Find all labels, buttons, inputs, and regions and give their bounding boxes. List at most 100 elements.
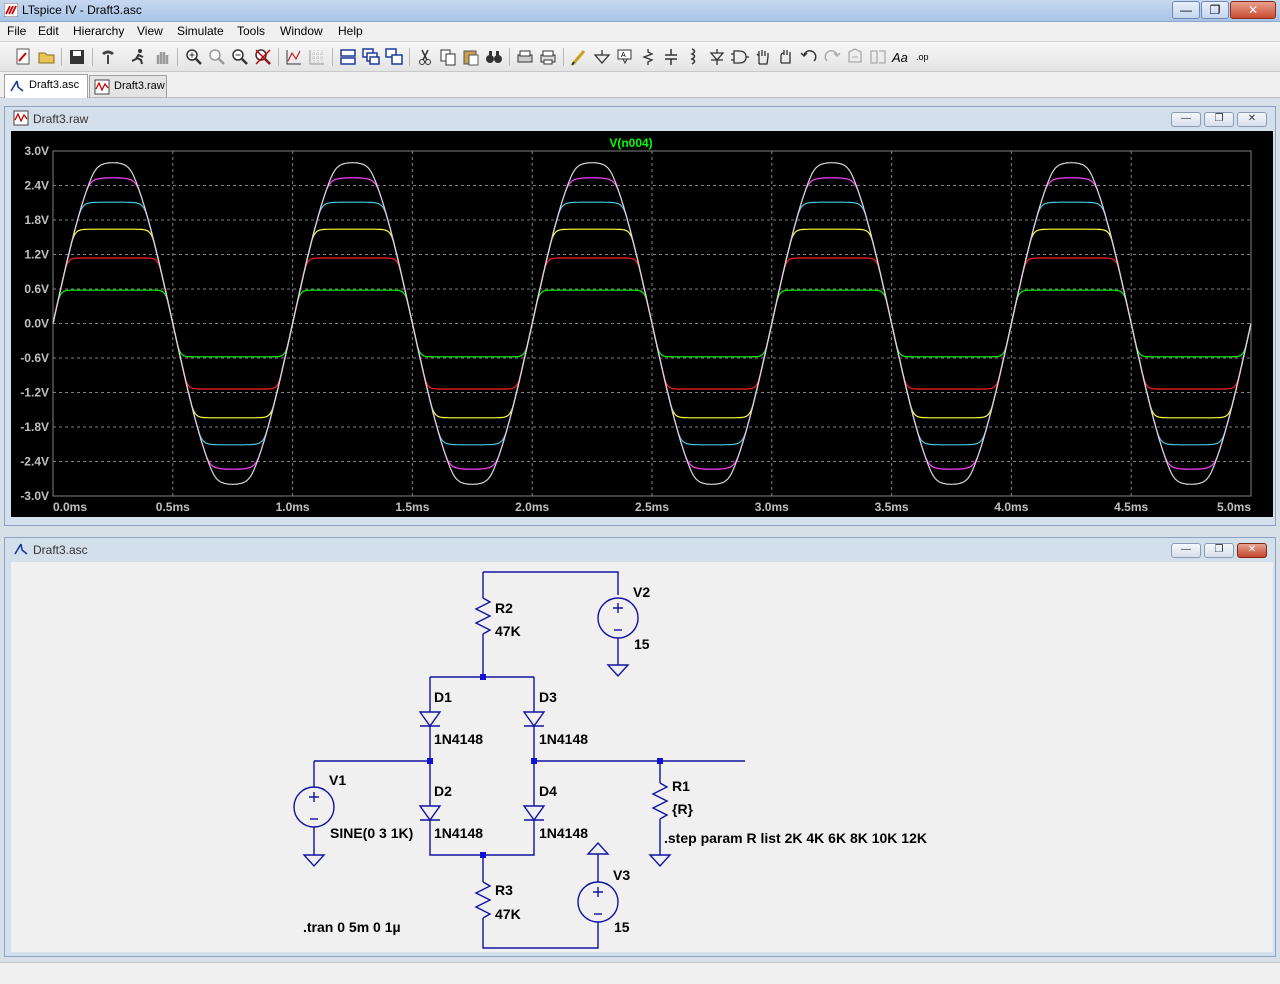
diode-d2[interactable] <box>418 805 442 822</box>
tab-draft3-raw[interactable]: Draft3.raw <box>89 75 167 97</box>
waveform-minimize-button[interactable]: — <box>1171 112 1201 127</box>
drag-icon[interactable] <box>776 47 796 67</box>
text-icon[interactable]: Aa <box>891 47 911 67</box>
capacitor-icon[interactable] <box>661 47 681 67</box>
resistor-r3[interactable] <box>474 881 492 919</box>
copy-icon[interactable] <box>438 47 458 67</box>
window-title: LTspice IV - Draft3.asc <box>22 3 142 17</box>
autorange-icon[interactable] <box>284 47 304 67</box>
trace-label[interactable]: V(n004) <box>609 136 652 150</box>
draw-wire-icon[interactable] <box>569 47 589 67</box>
schematic-minimize-button[interactable]: — <box>1171 543 1201 558</box>
minimize-button[interactable]: — <box>1172 1 1200 19</box>
d3-name[interactable]: D3 <box>539 689 557 705</box>
resistor-r1[interactable] <box>651 782 669 820</box>
v2-name[interactable]: V2 <box>633 584 650 600</box>
cascade-icon[interactable] <box>361 47 381 67</box>
halt-icon[interactable] <box>152 47 172 67</box>
waveform-restore-button[interactable]: ❐ <box>1204 112 1234 127</box>
print-setup-icon[interactable] <box>515 47 535 67</box>
menu-hierarchy[interactable]: Hierarchy <box>73 24 124 38</box>
schematic-canvas[interactable]: R2 47K V2 15 D1 1N4148 D3 1N4148 D2 1N41… <box>11 562 1273 952</box>
diode-icon[interactable] <box>707 47 727 67</box>
r2-name[interactable]: R2 <box>495 600 513 616</box>
tile-horizontal-icon[interactable] <box>338 47 358 67</box>
status-bar <box>0 962 1280 984</box>
undo-icon[interactable] <box>799 47 819 67</box>
d1-name[interactable]: D1 <box>434 689 452 705</box>
d2-value[interactable]: 1N4148 <box>434 825 483 841</box>
zoom-out-icon[interactable] <box>230 47 250 67</box>
tile-vertical-icon[interactable] <box>384 47 404 67</box>
resistor-icon[interactable] <box>638 47 658 67</box>
v3-name[interactable]: V3 <box>613 867 630 883</box>
diode-d1[interactable] <box>418 711 442 728</box>
menu-tools[interactable]: Tools <box>237 24 265 38</box>
schematic-restore-button[interactable]: ❐ <box>1204 543 1234 558</box>
save-icon[interactable] <box>67 47 87 67</box>
spice-directive-icon[interactable]: .op <box>914 47 934 67</box>
move-icon[interactable] <box>753 47 773 67</box>
d4-name[interactable]: D4 <box>539 783 557 799</box>
step-directive[interactable]: .step param R list 2K 4K 6K 8K 10K 12K <box>664 830 927 846</box>
r1-value[interactable]: {R} <box>672 801 694 817</box>
menu-simulate[interactable]: Simulate <box>177 24 224 38</box>
run-icon[interactable] <box>128 47 148 67</box>
y-tick-label: -1.8V <box>20 420 49 434</box>
trace-r-12k[interactable] <box>52 162 1252 485</box>
inductor-icon[interactable] <box>684 47 704 67</box>
menu-help[interactable]: Help <box>338 24 363 38</box>
waveform-close-button[interactable]: ✕ <box>1237 112 1267 127</box>
y-tick-label: 0.6V <box>24 282 49 296</box>
document-tabs: Draft3.asc Draft3.raw <box>0 72 1280 98</box>
control-panel-icon[interactable] <box>98 47 118 67</box>
mirror-icon[interactable] <box>868 47 888 67</box>
find-icon[interactable] <box>484 47 504 67</box>
d4-value[interactable]: 1N4148 <box>539 825 588 841</box>
diode-d3[interactable] <box>522 711 546 728</box>
v3-value[interactable]: 15 <box>614 919 630 935</box>
paste-icon[interactable] <box>461 47 481 67</box>
print-icon[interactable] <box>538 47 558 67</box>
component-icon[interactable] <box>730 47 750 67</box>
waveform-icon <box>94 79 110 95</box>
rotate-icon[interactable] <box>845 47 865 67</box>
new-schematic-icon[interactable] <box>14 47 34 67</box>
waveform-plot[interactable]: 0.0ms 0.5ms 1.0ms 1.5ms 2.0ms 2.5ms 3.0ms 3.5ms… <box>11 131 1273 517</box>
restore-button[interactable]: ❐ <box>1201 1 1229 19</box>
menu-edit[interactable]: Edit <box>38 24 59 38</box>
grid-icon[interactable] <box>307 47 327 67</box>
menu-file[interactable]: File <box>7 24 26 38</box>
y-tick-label: 3.0V <box>24 144 49 158</box>
resistor-r2[interactable] <box>474 597 492 635</box>
ground-symbol <box>648 854 672 868</box>
schematic-close-button[interactable]: ✕ <box>1237 543 1267 558</box>
open-icon[interactable] <box>37 47 57 67</box>
tab-draft3-asc[interactable]: Draft3.asc <box>4 74 88 98</box>
r3-name[interactable]: R3 <box>495 882 513 898</box>
close-button[interactable]: ✕ <box>1230 1 1276 19</box>
wire <box>482 918 599 949</box>
d3-value[interactable]: 1N4148 <box>539 731 588 747</box>
v2-value[interactable]: 15 <box>634 636 650 652</box>
menu-view[interactable]: View <box>137 24 163 38</box>
redo-icon[interactable] <box>822 47 842 67</box>
r2-value[interactable]: 47K <box>495 623 521 639</box>
x-tick-label: 4.0ms <box>994 500 1028 514</box>
zoom-fit-icon[interactable] <box>253 47 273 67</box>
y-tick-label: -1.2V <box>20 386 49 400</box>
r3-value[interactable]: 47K <box>495 906 521 922</box>
v1-value[interactable]: SINE(0 3 1K) <box>330 825 413 841</box>
cut-icon[interactable] <box>415 47 435 67</box>
zoom-pan-icon[interactable] <box>207 47 227 67</box>
menu-window[interactable]: Window <box>280 24 323 38</box>
d1-value[interactable]: 1N4148 <box>434 731 483 747</box>
zoom-in-icon[interactable] <box>184 47 204 67</box>
label-net-icon[interactable]: A <box>615 47 635 67</box>
r1-name[interactable]: R1 <box>672 778 690 794</box>
v1-name[interactable]: V1 <box>329 772 346 788</box>
diode-d4[interactable] <box>522 805 546 822</box>
ground-icon[interactable] <box>592 47 612 67</box>
d2-name[interactable]: D2 <box>434 783 452 799</box>
tran-directive[interactable]: .tran 0 5m 0 1µ <box>303 919 401 935</box>
